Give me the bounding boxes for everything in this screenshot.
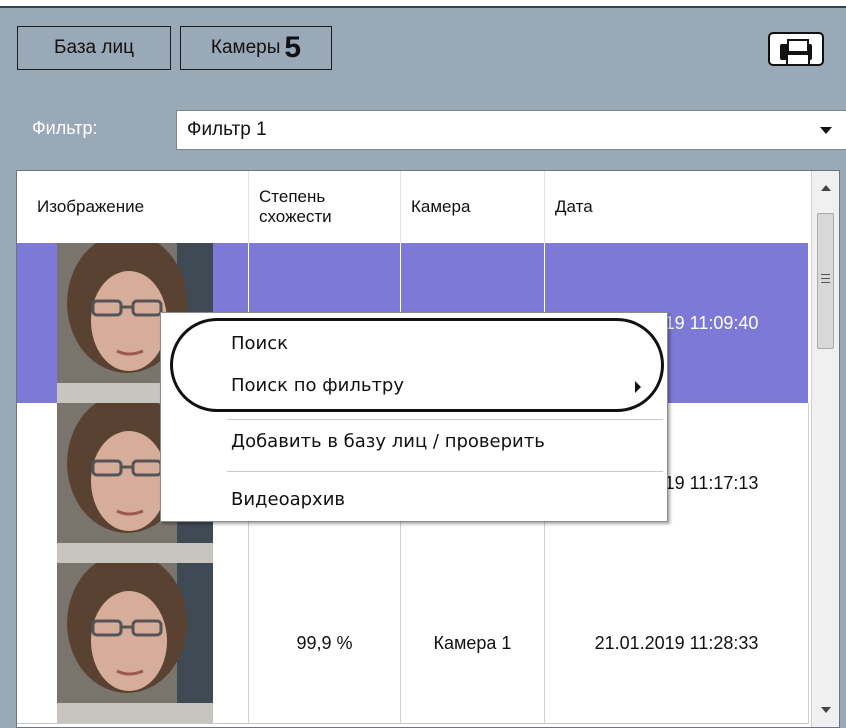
face-thumbnail bbox=[57, 563, 213, 723]
faces-db-label: База лиц bbox=[54, 37, 134, 58]
column-header-camera[interactable]: Камера bbox=[401, 171, 545, 243]
date-cell: 21.01.2019 11:28:33 bbox=[545, 563, 809, 723]
scroll-down-icon[interactable] bbox=[821, 707, 831, 713]
chevron-down-icon[interactable] bbox=[820, 127, 832, 134]
column-header-similarity[interactable]: Степень схожести bbox=[249, 171, 401, 243]
column-header-date[interactable]: Дата bbox=[545, 171, 809, 243]
scrollbar-thumb[interactable] bbox=[817, 213, 834, 349]
vertical-scrollbar[interactable] bbox=[811, 171, 839, 727]
image-cell bbox=[17, 563, 249, 723]
similarity-header-line1: Степень bbox=[259, 187, 326, 206]
menu-item-add-to-faces-db[interactable]: Добавить в базу лиц / проверить bbox=[231, 431, 545, 452]
highlight-ellipse bbox=[170, 318, 664, 412]
menu-item-video-archive[interactable]: Видеоархив bbox=[231, 489, 345, 510]
menu-separator bbox=[227, 471, 663, 472]
menu-separator bbox=[227, 419, 663, 420]
similarity-cell: 99,9 % bbox=[249, 563, 401, 723]
faces-db-button[interactable]: База лиц bbox=[17, 26, 171, 70]
filter-selected-value: Фильтр 1 bbox=[187, 119, 267, 140]
cameras-button[interactable]: Камеры 5 bbox=[180, 26, 332, 70]
cameras-count: 5 bbox=[284, 31, 302, 64]
table-row[interactable]: 99,9 % Камера 1 21.01.2019 11:28:33 bbox=[17, 563, 809, 724]
filter-select[interactable]: Фильтр 1 bbox=[176, 110, 846, 150]
camera-cell: Камера 1 bbox=[401, 563, 545, 723]
print-button[interactable] bbox=[768, 32, 824, 66]
column-header-image[interactable]: Изображение bbox=[17, 171, 249, 243]
cameras-label: Камеры bbox=[210, 37, 281, 58]
filter-label: Фильтр: bbox=[32, 118, 98, 138]
similarity-header-line2: схожести bbox=[259, 207, 332, 226]
table-header: Изображение Степень схожести Камера Дата bbox=[17, 171, 809, 244]
scroll-up-icon[interactable] bbox=[821, 185, 831, 191]
top-divider bbox=[0, 6, 846, 8]
